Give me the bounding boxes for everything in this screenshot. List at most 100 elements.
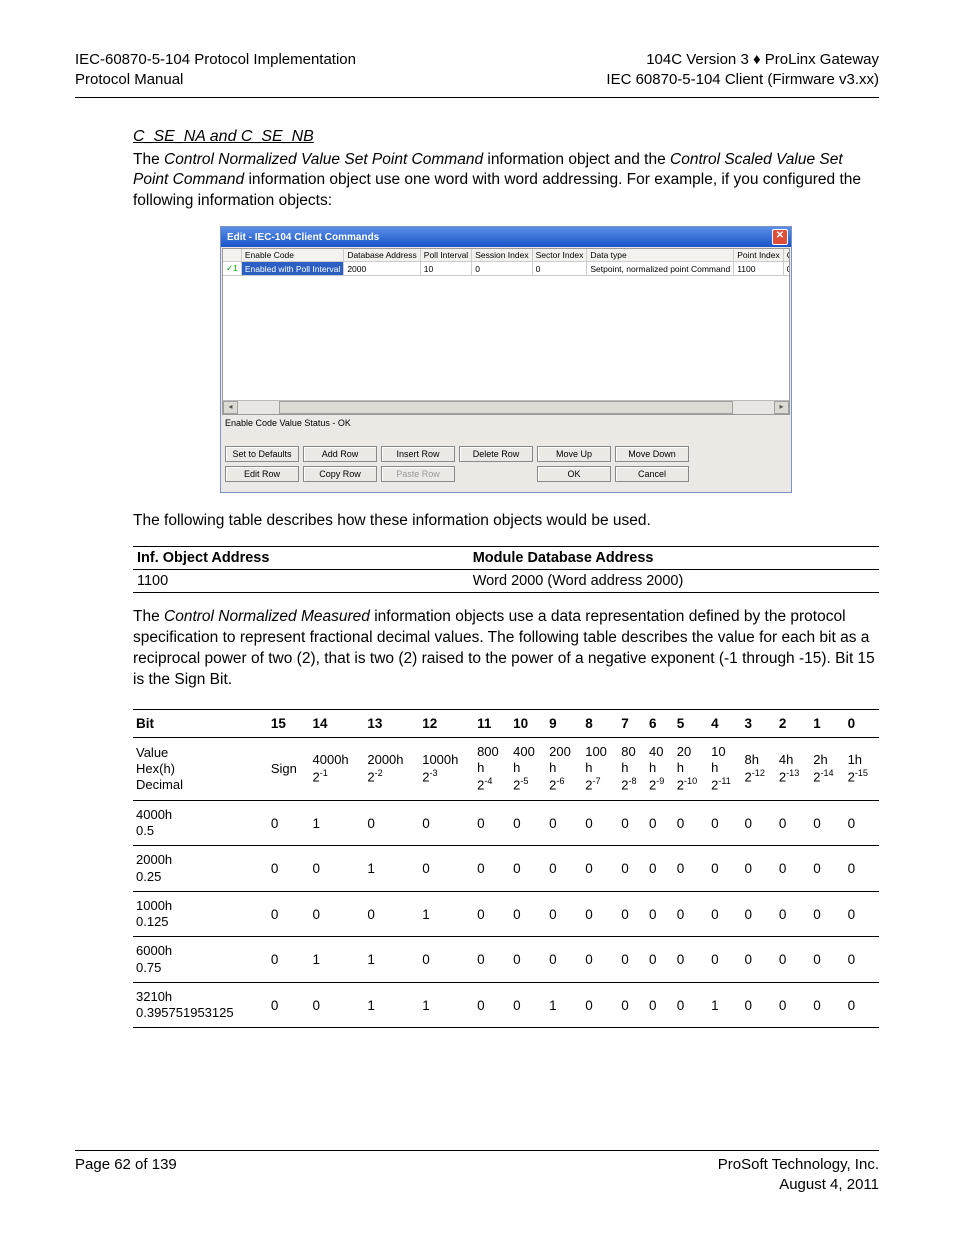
bit-value-cell: 200h2-6 [546,737,582,800]
bit-value-cell: 100h2-7 [582,737,618,800]
bit-cell: 0 [674,982,708,1028]
bit-cell: 0 [845,982,879,1028]
header-left-line1: IEC-60870-5-104 Protocol Implementation [75,50,356,70]
bit-cell: 0 [546,891,582,937]
ok-button[interactable]: OK [537,466,611,482]
bit-cell: 0 [582,800,618,846]
bit-header-cell: 10 [510,709,546,737]
bit-value-cell: 40h2-9 [646,737,674,800]
set-defaults-button[interactable]: Set to Defaults [225,446,299,462]
bit-cell: 0 [674,891,708,937]
bit-data-row: 4000h0.50100000000000000 [133,800,879,846]
bit-cell: 0 [618,891,646,937]
move-down-button[interactable]: Move Down [615,446,689,462]
bit-cell: 0 [364,891,419,937]
bit-cell: 0 [474,846,510,892]
normalized-paragraph: The Control Normalized Measured informat… [133,607,879,691]
bit-header-cell: 7 [618,709,646,737]
bit-value-cell: 2000h2-2 [364,737,419,800]
bit-cell: 0 [646,846,674,892]
info-cell-db: Word 2000 (Word address 2000) [469,570,879,593]
paste-row-button: Paste Row [381,466,455,482]
bit-cell: 0 [742,800,776,846]
bit-cell: 0 [618,937,646,983]
scroll-left-icon[interactable]: ◂ [223,401,238,414]
bit-cell: 0 [646,982,674,1028]
bit-value-label: ValueHex(h)Decimal [133,737,268,800]
bit-value-cell: 4h2-13 [776,737,810,800]
bit-value-cell: 2h2-14 [810,737,844,800]
bit-cell: 1 [419,891,474,937]
header-left-line2: Protocol Manual [75,70,356,90]
bit-value-cell: 10h2-11 [708,737,741,800]
bit-row-label: 4000h0.5 [133,800,268,846]
grid-header-row: Enable Code Database Address Poll Interv… [223,249,790,262]
bit-cell: 0 [776,891,810,937]
bit-cell: 0 [364,800,419,846]
bit-cell: 0 [268,800,310,846]
bit-header-cell: 2 [776,709,810,737]
bit-value-cell: 20h2-10 [674,737,708,800]
page-container: IEC-60870-5-104 Protocol Implementation … [0,0,954,1235]
bit-header-cell: 8 [582,709,618,737]
dialog-titlebar[interactable]: Edit - IEC-104 Client Commands ✕ [221,227,791,247]
bit-data-row: 3210h0.3957519531250011001000010000 [133,982,879,1028]
bit-cell: 0 [268,846,310,892]
bit-cell: 0 [310,846,365,892]
bit-cell: 0 [776,846,810,892]
bit-cell: 0 [582,846,618,892]
bit-cell: 0 [582,982,618,1028]
bit-cell: 0 [310,891,365,937]
bit-row-label: 6000h0.75 [133,937,268,983]
bit-header-cell: 12 [419,709,474,737]
bit-cell: 0 [674,800,708,846]
usage-paragraph: The following table describes how these … [133,511,879,532]
dialog-grid[interactable]: Enable Code Database Address Poll Interv… [222,248,790,415]
info-header-addr: Inf. Object Address [133,547,469,570]
bit-cell: 0 [419,937,474,983]
bit-header-cell: 0 [845,709,879,737]
bit-cell: 0 [646,937,674,983]
bit-value-row: ValueHex(h)DecimalSign4000h2-12000h2-210… [133,737,879,800]
cancel-button[interactable]: Cancel [615,466,689,482]
scroll-right-icon[interactable]: ▸ [774,401,789,414]
bit-cell: 0 [546,846,582,892]
bit-cell: 0 [646,800,674,846]
bit-cell: 0 [776,982,810,1028]
bit-cell: 0 [618,846,646,892]
bit-value-cell: 400h2-5 [510,737,546,800]
grid-data-row[interactable]: ✓1 Enabled with Poll Interval 2000 10 0 … [223,262,790,276]
bit-data-row: 2000h0.250010000000000000 [133,846,879,892]
intro-paragraph: The Control Normalized Value Set Point C… [133,150,879,213]
header-divider [75,97,879,98]
delete-row-button[interactable]: Delete Row [459,446,533,462]
bit-cell: 1 [419,982,474,1028]
bit-cell: 0 [546,937,582,983]
bit-cell: 0 [474,800,510,846]
bit-cell: 0 [776,800,810,846]
close-icon[interactable]: ✕ [772,229,788,245]
bit-cell: 0 [776,937,810,983]
bit-data-row: 1000h0.1250001000000000000 [133,891,879,937]
edit-row-button[interactable]: Edit Row [225,466,299,482]
horizontal-scrollbar[interactable]: ◂ ▸ [223,400,789,414]
bit-cell: 0 [810,800,844,846]
bit-cell: 1 [546,982,582,1028]
checkmark-icon: ✓1 [223,262,241,276]
enable-code-cell[interactable]: Enabled with Poll Interval [241,262,343,276]
move-up-button[interactable]: Move Up [537,446,611,462]
bit-cell: 0 [742,982,776,1028]
add-row-button[interactable]: Add Row [303,446,377,462]
bit-header-cell: 1 [810,709,844,737]
bit-cell: 0 [708,800,741,846]
bit-data-row: 6000h0.750110000000000000 [133,937,879,983]
bit-value-cell: 8h2-12 [742,737,776,800]
bit-cell: 0 [510,800,546,846]
bit-header-cell: 13 [364,709,419,737]
scroll-thumb[interactable] [279,401,734,414]
insert-row-button[interactable]: Insert Row [381,446,455,462]
bit-header-cell: 6 [646,709,674,737]
copy-row-button[interactable]: Copy Row [303,466,377,482]
bit-cell: 1 [364,982,419,1028]
bit-cell: 0 [582,891,618,937]
